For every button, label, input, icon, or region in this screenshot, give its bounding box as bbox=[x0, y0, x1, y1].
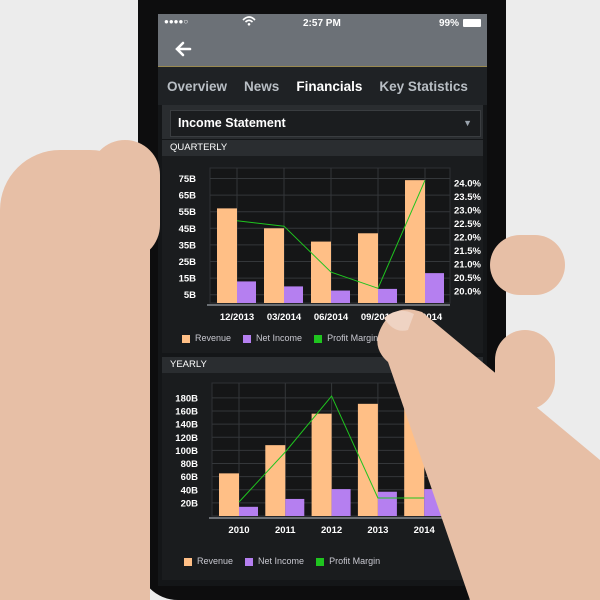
pointing-finger bbox=[377, 309, 600, 600]
pointing-finger-shape bbox=[377, 309, 600, 600]
